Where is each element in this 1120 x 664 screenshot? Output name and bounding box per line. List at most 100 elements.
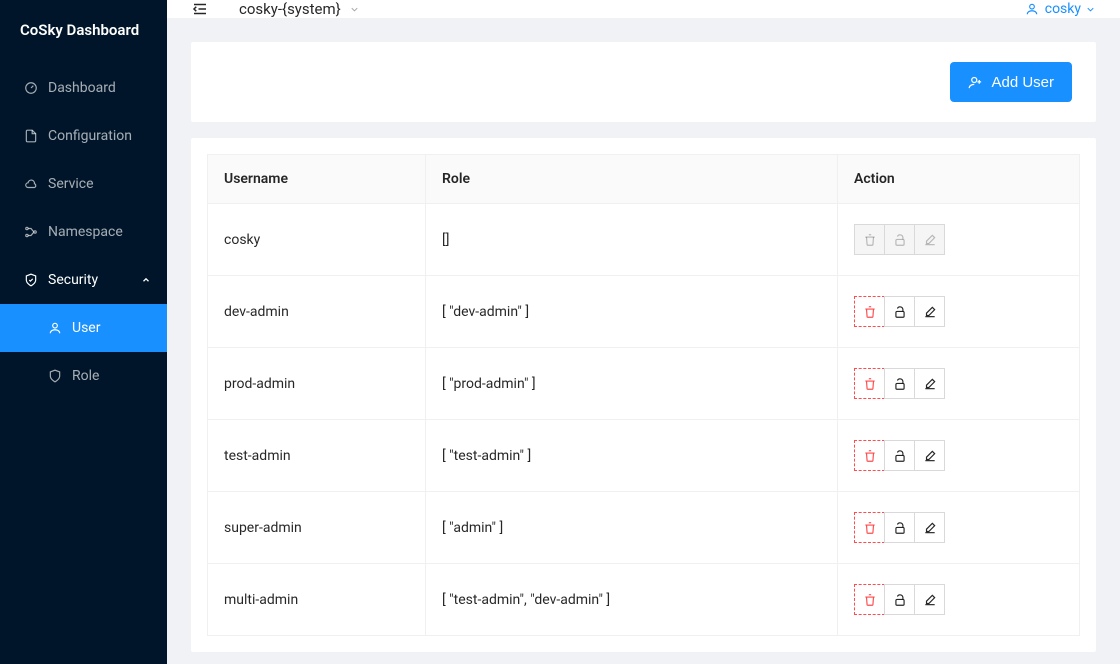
cell-username: multi-admin (208, 564, 426, 636)
edit-button[interactable] (914, 512, 945, 543)
trash-icon (863, 377, 877, 391)
user-icon (48, 321, 62, 335)
toolbar-card: Add User (191, 42, 1096, 122)
edit-icon (923, 233, 937, 247)
cell-action (838, 276, 1080, 348)
user-add-icon (968, 75, 983, 90)
unlock-button[interactable] (884, 512, 915, 543)
user-menu-label: cosky (1045, 1, 1081, 17)
unlock-icon (893, 593, 907, 607)
table-row: multi-admin[ "test-admin", "dev-admin" ] (208, 564, 1080, 636)
cell-username: dev-admin (208, 276, 426, 348)
add-user-label: Add User (991, 74, 1054, 91)
edit-icon (923, 593, 937, 607)
table-row: dev-admin[ "dev-admin" ] (208, 276, 1080, 348)
sidebar-item-label: Service (48, 176, 151, 192)
table-row: cosky[] (208, 204, 1080, 276)
delete-button[interactable] (854, 584, 885, 615)
sidebar-subitem-role[interactable]: Role (0, 352, 167, 400)
sidebar-item-label: Security (48, 272, 141, 288)
cell-action (838, 348, 1080, 420)
sidebar-subitem-label: User (72, 320, 100, 336)
cell-role: [ "test-admin" ] (426, 420, 838, 492)
delete-button[interactable] (854, 440, 885, 471)
sidebar-item-security[interactable]: Security (0, 256, 167, 304)
sidebar-item-label: Dashboard (48, 80, 151, 96)
cell-username: test-admin (208, 420, 426, 492)
trash-icon (863, 449, 877, 463)
cell-action (838, 564, 1080, 636)
edit-button[interactable] (914, 440, 945, 471)
col-header-action: Action (838, 155, 1080, 204)
cell-username: prod-admin (208, 348, 426, 420)
app-title: CoSky Dashboard (0, 0, 167, 60)
cell-action (838, 420, 1080, 492)
sidebar-subitem-user[interactable]: User (0, 304, 167, 352)
namespace-selector[interactable]: cosky-{system} (239, 0, 360, 18)
user-menu[interactable]: cosky (1025, 1, 1096, 17)
edit-button[interactable] (914, 296, 945, 327)
menu-fold-icon[interactable] (191, 0, 209, 18)
trash-icon (863, 233, 877, 247)
sidebar: CoSky Dashboard Dashboard Configuration … (0, 0, 167, 664)
users-table: Username Role Action cosky[]dev-admin[ "… (207, 154, 1080, 636)
cell-action (838, 204, 1080, 276)
cell-role: [] (426, 204, 838, 276)
namespace-label: cosky-{system} (239, 0, 341, 18)
edit-icon (923, 305, 937, 319)
cell-role: [ "dev-admin" ] (426, 276, 838, 348)
header: cosky-{system} cosky (167, 0, 1120, 18)
file-icon (24, 129, 38, 143)
action-group (854, 584, 945, 615)
col-header-username: Username (208, 155, 426, 204)
unlock-button[interactable] (884, 368, 915, 399)
unlock-icon (893, 377, 907, 391)
unlock-button[interactable] (884, 440, 915, 471)
sidebar-item-service[interactable]: Service (0, 160, 167, 208)
cell-role: [ "test-admin", "dev-admin" ] (426, 564, 838, 636)
table-row: super-admin[ "admin" ] (208, 492, 1080, 564)
unlock-icon (893, 521, 907, 535)
delete-button[interactable] (854, 296, 885, 327)
action-group (854, 368, 945, 399)
edit-button[interactable] (914, 368, 945, 399)
delete-button[interactable] (854, 512, 885, 543)
unlock-icon (893, 449, 907, 463)
trash-icon (863, 305, 877, 319)
delete-button[interactable] (854, 368, 885, 399)
add-user-button[interactable]: Add User (950, 62, 1072, 102)
unlock-button[interactable] (884, 296, 915, 327)
cell-username: super-admin (208, 492, 426, 564)
sidebar-item-configuration[interactable]: Configuration (0, 112, 167, 160)
nodes-icon (24, 225, 38, 239)
table-row: test-admin[ "test-admin" ] (208, 420, 1080, 492)
user-icon (1025, 2, 1039, 16)
sidebar-menu: Dashboard Configuration Service Namespac… (0, 60, 167, 400)
unlock-button[interactable] (884, 584, 915, 615)
sidebar-item-dashboard[interactable]: Dashboard (0, 64, 167, 112)
sidebar-item-namespace[interactable]: Namespace (0, 208, 167, 256)
trash-icon (863, 593, 877, 607)
chevron-up-icon (141, 275, 151, 285)
content: Add User Username Role Action cosky[]dev… (167, 18, 1120, 664)
sidebar-subitem-label: Role (72, 368, 99, 384)
delete-button (854, 224, 885, 255)
sidebar-item-label: Configuration (48, 128, 151, 144)
table-card: Username Role Action cosky[]dev-admin[ "… (191, 138, 1096, 652)
cloud-icon (24, 177, 38, 191)
table-row: prod-admin[ "prod-admin" ] (208, 348, 1080, 420)
unlock-icon (893, 233, 907, 247)
main: cosky-{system} cosky (167, 0, 1120, 664)
sidebar-item-label: Namespace (48, 224, 151, 240)
edit-button (914, 224, 945, 255)
shield-check-icon (24, 273, 38, 287)
action-group (854, 512, 945, 543)
unlock-icon (893, 305, 907, 319)
edit-icon (923, 449, 937, 463)
dashboard-icon (24, 81, 38, 95)
shield-icon (48, 369, 62, 383)
cell-username: cosky (208, 204, 426, 276)
action-group (854, 224, 945, 255)
chevron-down-icon (1085, 4, 1096, 15)
edit-button[interactable] (914, 584, 945, 615)
